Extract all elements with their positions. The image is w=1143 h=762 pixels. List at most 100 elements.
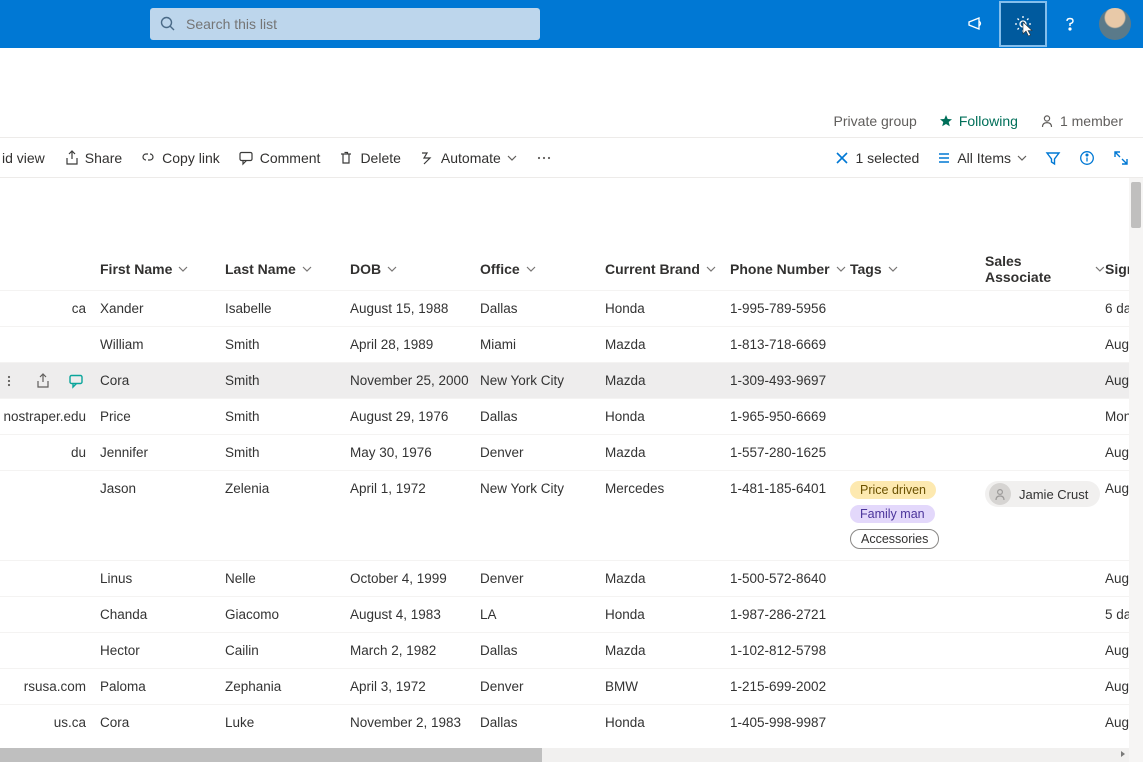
megaphone-icon[interactable] <box>953 0 999 48</box>
table-row[interactable]: Cora Smith November 25, 2000 New York Ci… <box>0 362 1143 398</box>
cell-brand: Honda <box>605 715 730 730</box>
cell-office: LA <box>480 607 605 622</box>
list-area: First Name Last Name DOB Office Current … <box>0 178 1143 762</box>
column-header-sales-associate[interactable]: Sales Associate <box>985 253 1105 285</box>
table-row[interactable]: William Smith April 28, 1989 Miami Mazda… <box>0 326 1143 362</box>
row-more-icon[interactable] <box>2 374 16 388</box>
table-row[interactable]: nostraper.edu Price Smith August 29, 197… <box>0 398 1143 434</box>
cell-last-name: Zephania <box>225 679 350 694</box>
cell-phone: 1-405-998-9987 <box>730 715 850 730</box>
cell-office: Denver <box>480 445 605 460</box>
row-comment-icon[interactable] <box>68 373 84 389</box>
clear-selection-button[interactable]: 1 selected <box>835 150 919 166</box>
delete-button[interactable]: Delete <box>338 150 400 166</box>
column-header-tags[interactable]: Tags <box>850 261 985 277</box>
scroll-arrow-icon[interactable] <box>1119 750 1127 758</box>
chevron-down-icon <box>178 264 188 274</box>
cursor-icon <box>1019 21 1035 39</box>
expand-button[interactable] <box>1113 150 1129 166</box>
cell-last-name: Giacomo <box>225 607 350 622</box>
scroll-thumb[interactable] <box>1131 182 1141 228</box>
filter-button[interactable] <box>1045 150 1061 166</box>
tag-pill[interactable]: Accessories <box>850 529 939 549</box>
cell-dob: August 29, 1976 <box>350 409 480 424</box>
share-icon <box>63 150 79 166</box>
cell-brand: Mazda <box>605 643 730 658</box>
members-button[interactable]: 1 member <box>1040 113 1123 129</box>
scroll-thumb[interactable] <box>0 748 542 762</box>
table-row[interactable]: Jason Zelenia April 1, 1972 New York Cit… <box>0 470 1143 560</box>
column-header-row: First Name Last Name DOB Office Current … <box>0 248 1143 290</box>
cell-last-name: Smith <box>225 373 350 388</box>
user-avatar[interactable] <box>1099 8 1131 40</box>
share-button[interactable]: Share <box>63 150 122 166</box>
table-row[interactable]: us.ca Cora Luke November 2, 1983 Dallas … <box>0 704 1143 740</box>
privacy-label: Private group <box>834 113 917 129</box>
table-row[interactable]: rsusa.com Paloma Zephania April 3, 1972 … <box>0 668 1143 704</box>
cell-phone: 1-987-286-2721 <box>730 607 850 622</box>
cell-first-name: Linus <box>100 571 225 586</box>
copy-link-button[interactable]: Copy link <box>140 150 220 166</box>
info-button[interactable] <box>1079 150 1095 166</box>
table-row[interactable]: Hector Cailin March 2, 1982 Dallas Mazda… <box>0 632 1143 668</box>
members-label: 1 member <box>1060 113 1123 129</box>
column-header-last-name[interactable]: Last Name <box>225 261 350 277</box>
cell-first-name: Price <box>100 409 225 424</box>
more-icon <box>535 150 553 166</box>
cell-dob: May 30, 1976 <box>350 445 480 460</box>
person-name: Jamie Crust <box>1019 487 1088 502</box>
search-input[interactable] <box>186 16 530 32</box>
column-header-dob[interactable]: DOB <box>350 261 480 277</box>
settings-button[interactable] <box>999 1 1047 47</box>
list-icon <box>937 151 951 165</box>
following-button[interactable]: Following <box>939 113 1018 129</box>
comment-button[interactable]: Comment <box>238 150 321 166</box>
cell-office: New York City <box>480 373 605 388</box>
cell-dob: April 28, 1989 <box>350 337 480 352</box>
following-label: Following <box>959 113 1018 129</box>
column-header-phone-number[interactable]: Phone Number <box>730 261 850 277</box>
cell-last-name: Luke <box>225 715 350 730</box>
cell-dob: August 15, 1988 <box>350 301 480 316</box>
person-pill[interactable]: Jamie Crust <box>985 481 1100 507</box>
column-header-first-name[interactable]: First Name <box>100 261 225 277</box>
help-button[interactable] <box>1047 0 1093 48</box>
table-row[interactable]: Chanda Giacomo August 4, 1983 LA Honda 1… <box>0 596 1143 632</box>
comment-label: Comment <box>260 150 321 166</box>
grid-view-button[interactable]: id view <box>2 150 45 166</box>
horizontal-scrollbar[interactable] <box>0 748 1129 762</box>
cell-first-name: Cora <box>100 715 225 730</box>
table-row[interactable]: Linus Nelle October 4, 1999 Denver Mazda… <box>0 560 1143 596</box>
column-header-current-brand[interactable]: Current Brand <box>605 261 730 277</box>
cell-prefix: du <box>0 445 100 460</box>
search-box[interactable] <box>150 8 540 40</box>
tag-pill[interactable]: Price driven <box>850 481 936 499</box>
cell-phone: 1-500-572-8640 <box>730 571 850 586</box>
cell-brand: Honda <box>605 607 730 622</box>
cell-first-name: Jason <box>100 481 225 496</box>
cell-last-name: Smith <box>225 445 350 460</box>
overflow-button[interactable] <box>535 150 553 166</box>
cell-office: Miami <box>480 337 605 352</box>
vertical-scrollbar[interactable] <box>1129 178 1143 762</box>
cell-phone: 1-102-812-5798 <box>730 643 850 658</box>
view-selector[interactable]: All Items <box>937 150 1027 166</box>
cell-office: Dallas <box>480 409 605 424</box>
table-row[interactable]: ca Xander Isabelle August 15, 1988 Dalla… <box>0 290 1143 326</box>
cell-brand: Honda <box>605 301 730 316</box>
chevron-down-icon <box>1095 264 1105 274</box>
chevron-down-icon <box>302 264 312 274</box>
cell-office: Dallas <box>480 301 605 316</box>
selection-count: 1 selected <box>855 150 919 166</box>
table-row[interactable]: du Jennifer Smith May 30, 1976 Denver Ma… <box>0 434 1143 470</box>
automate-button[interactable]: Automate <box>419 150 517 166</box>
column-header-office[interactable]: Office <box>480 261 605 277</box>
cell-phone: 1-813-718-6669 <box>730 337 850 352</box>
filter-icon <box>1045 150 1061 166</box>
row-share-icon[interactable] <box>34 373 50 389</box>
cell-phone: 1-481-185-6401 <box>730 481 850 496</box>
close-icon <box>835 151 849 165</box>
cell-office: Denver <box>480 571 605 586</box>
grid-view-label: id view <box>2 150 45 166</box>
tag-pill[interactable]: Family man <box>850 505 935 523</box>
